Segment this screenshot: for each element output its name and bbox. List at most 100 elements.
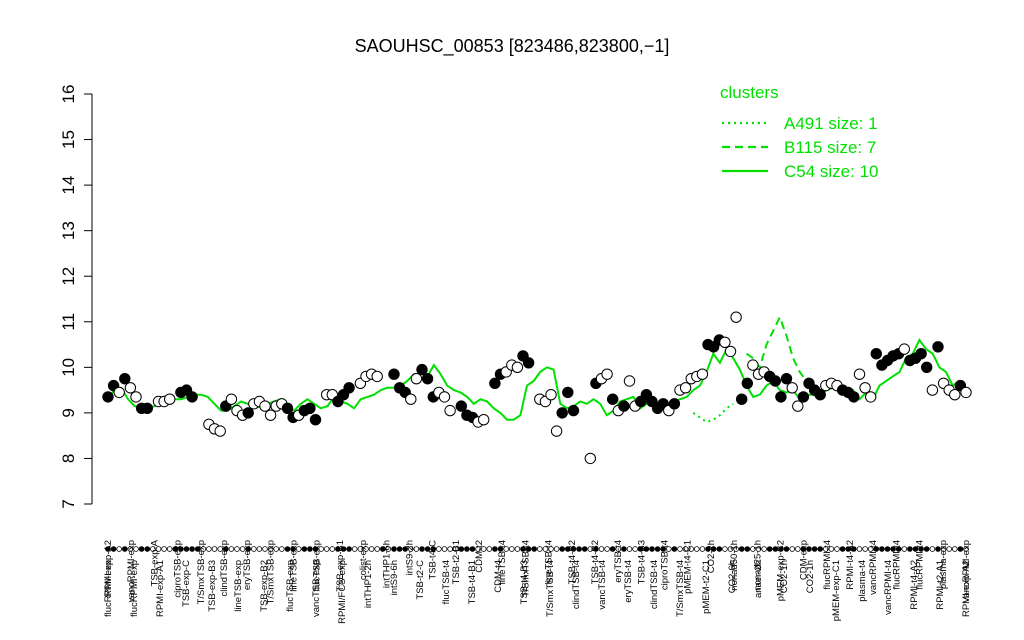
data-point [865,391,877,403]
data-point [259,400,271,412]
x-tick-label-bottom: clindTSB-t4 [649,560,660,609]
data-point [679,382,692,394]
rug-mark [536,546,543,552]
x-tick-label-top: clindTSB-exp [219,540,230,597]
rug-mark [323,546,330,552]
rug-mark [116,546,122,552]
data-point [696,368,709,380]
data-point [405,393,417,405]
data-point [562,386,574,399]
x-tick-label-bottom: lineTSB-exp [233,560,244,612]
data-point [438,391,451,403]
rug-mark [744,546,751,552]
rug-mark [396,546,403,552]
data-point [786,382,798,394]
data-point [304,402,316,414]
x-tick-labels-bottom: flucRPMI-exp flucRPMI-exp RPMI-exp-A1 TSB-e… [103,560,972,624]
data-point [601,368,613,380]
rug-mark [486,546,493,552]
data-point [550,425,563,437]
x-tick-label-top: TSB-t2-B1 [451,540,462,584]
rug-mark [693,546,700,552]
x-tick-label-top: TSB-t4-B3 [636,540,647,584]
rug-mark [514,546,521,552]
x-tick-label-bottom: flucRPMI-exp [103,560,114,617]
data-point [780,373,793,385]
x-tick-label-top: vancRPMI-t4 [868,540,879,595]
data-point [741,377,753,389]
data-point [309,414,322,426]
data-point [113,386,125,399]
data-point [478,414,490,426]
rug-mark [553,546,560,552]
rug-mark [699,546,706,552]
rug-mark [604,546,610,552]
data-point [926,384,939,396]
x-tick-label-top: ciproTSB-t4 [660,540,671,590]
data-point [567,404,580,417]
y-tick-label: 7 [59,499,78,508]
y-tick-label: 12 [59,267,78,286]
rug-mark [907,546,913,552]
rug-mark [211,546,218,552]
data-point [124,382,137,394]
x-tick-label-bottom: intS9-6h [389,560,400,595]
rug-mark [206,546,212,552]
x-tick-label-bottom: plasma-t4 [857,560,868,602]
rug-mark [189,546,195,552]
x-tick-label-bottom: vancRPMI-t4 [883,560,894,615]
data-point [814,389,826,401]
x-tick-label-bottom: RPMI-exp-A1 [155,560,166,617]
rug-mark [464,546,470,552]
x-tick-label-bottom: RPMI-t2-A1 [935,560,946,610]
data-point [797,391,810,403]
rug-mark [581,546,588,552]
data-point [747,359,759,371]
x-tick-label-bottom: intTHP1-2h [363,560,374,608]
rug-mark [884,546,891,552]
data-point [870,348,882,360]
data-point [724,345,737,358]
data-point [388,368,400,380]
x-tick-label-bottom: flucRPMI-exp [129,560,140,617]
x-tick-label-bottom: T/SmxTSB-t4 [545,560,556,617]
data-point [623,375,636,387]
rug-mark [256,546,263,552]
x-tick-label-bottom: RPMI-exp-A2 [961,560,972,617]
x-tick-label-bottom: TSB-exp-B2 [259,560,270,612]
data-point [618,400,630,412]
data-point [164,393,176,405]
rug-mark [879,546,885,552]
data-point [668,398,681,410]
x-tick-label-bottom: pMEM-exp-C1 [831,560,842,621]
rug-mark [278,546,285,552]
rug-mark [951,546,958,552]
legend: clusters A491 size: 1 B115 size: 7 C54 siz… [720,83,879,181]
x-tick-label-top: TSB-t4-C [428,540,439,580]
legend-title: clusters [720,83,779,102]
x-tick-label-top: intS9-2h [405,540,416,575]
y-axis: 7 8 9 10 11 12 13 14 15 16 [59,85,93,509]
rug-mark [391,546,397,552]
x-tick-label-bottom: TSB-exp-C [181,560,192,607]
data-point [281,402,294,414]
data-point [264,409,277,421]
data-point [444,404,456,417]
y-tick-label: 9 [59,408,78,417]
x-tick-label-top: T/SmxTSB-exp [196,540,207,604]
rug-mark [649,546,655,552]
rug-mark [368,546,375,552]
data-point [775,391,787,403]
data-point [769,375,781,387]
rug-mark [789,546,795,552]
rug-mark [161,546,167,552]
data-point [455,400,467,412]
rug-mark [419,546,425,552]
rug-mark [722,546,728,552]
rug-mark [559,546,565,552]
y-tick-label: 8 [59,454,78,463]
rug-mark [677,546,683,552]
x-tick-label-bottom: CO2-6h [727,560,738,593]
data-point [225,393,238,405]
rug-mark [626,546,633,552]
